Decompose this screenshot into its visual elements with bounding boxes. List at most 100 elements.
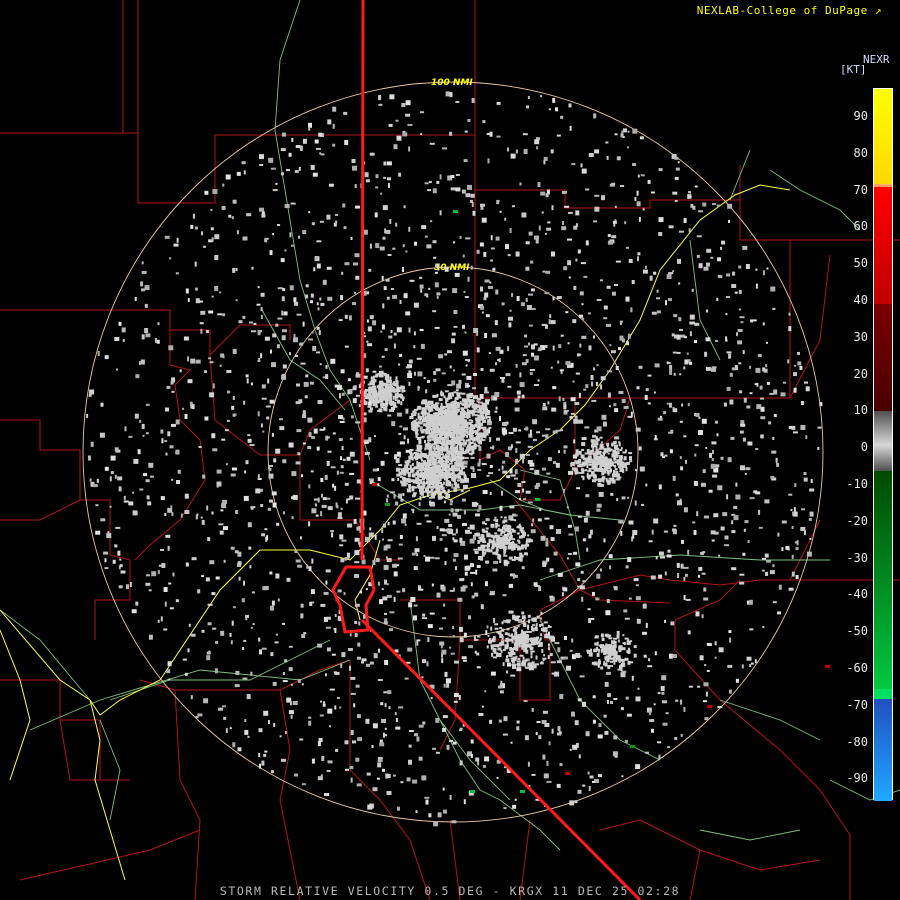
echo-pixel bbox=[355, 394, 360, 397]
echo-pixel bbox=[503, 716, 508, 722]
echo-pixel bbox=[558, 396, 561, 402]
echo-pixel bbox=[598, 644, 602, 647]
echo-pixel bbox=[415, 418, 418, 421]
echo-pixel bbox=[594, 194, 600, 197]
echo-pixel bbox=[402, 267, 404, 272]
echo-pixel bbox=[375, 186, 379, 189]
echo-pixel bbox=[355, 497, 361, 500]
echo-pixel bbox=[366, 291, 370, 295]
echo-pixel bbox=[334, 705, 337, 710]
echo-pixel bbox=[453, 310, 458, 314]
echo-pixel bbox=[678, 230, 684, 233]
echo-pixel bbox=[726, 386, 731, 391]
echo-pixel bbox=[673, 408, 678, 413]
echo-pixel bbox=[459, 413, 462, 416]
echo-pixel bbox=[550, 661, 556, 664]
echo-pixel bbox=[528, 342, 530, 346]
echo-pixel bbox=[449, 431, 452, 435]
echo-pixel bbox=[496, 200, 500, 205]
echo-pixel bbox=[574, 526, 579, 532]
echo-pixel bbox=[580, 468, 584, 472]
echo-pixel bbox=[525, 241, 530, 245]
echo-pixel bbox=[305, 284, 309, 288]
echo-pixel bbox=[399, 425, 403, 428]
echo-pixel bbox=[521, 481, 526, 483]
echo-pixel bbox=[418, 445, 423, 450]
echo-pixel bbox=[607, 452, 610, 455]
echo-pixel bbox=[326, 436, 330, 439]
echo-pixel bbox=[364, 441, 369, 444]
echo-pixel bbox=[347, 378, 351, 382]
echo-pixel bbox=[800, 527, 806, 531]
echo-pixel bbox=[368, 389, 371, 392]
echo-pixel bbox=[429, 500, 432, 506]
echo-pixel bbox=[99, 432, 105, 438]
echo-pixel bbox=[384, 389, 388, 392]
echo-pixel bbox=[229, 727, 232, 730]
echo-pixel bbox=[749, 392, 753, 395]
echo-pixel bbox=[476, 652, 480, 656]
echo-pixel bbox=[235, 670, 240, 675]
echo-pixel bbox=[425, 556, 431, 562]
echo-pixel bbox=[145, 582, 151, 586]
echo-pixel bbox=[616, 630, 620, 635]
echo-pixel bbox=[536, 721, 541, 723]
echo-pixel bbox=[736, 332, 738, 337]
echo-pixel bbox=[385, 229, 391, 234]
echo-pixel bbox=[782, 381, 786, 384]
echo-pixel bbox=[502, 662, 505, 667]
echo-pixel bbox=[556, 296, 562, 299]
echo-pixel bbox=[543, 621, 548, 624]
echo-pixel bbox=[529, 372, 533, 376]
echo-pixel bbox=[638, 365, 643, 369]
echo-pixel bbox=[556, 529, 561, 534]
echo-pixel bbox=[471, 419, 474, 423]
echo-pixel bbox=[352, 740, 356, 744]
echo-pixel bbox=[204, 190, 209, 195]
echo-pixel bbox=[756, 404, 762, 410]
echo-pixel bbox=[686, 352, 689, 355]
echo-pixel bbox=[435, 445, 439, 449]
echo-pixel bbox=[511, 293, 514, 297]
echo-pixel bbox=[418, 756, 423, 761]
echo-pixel bbox=[421, 482, 426, 485]
echo-pixel bbox=[420, 472, 425, 475]
echo-pixel bbox=[602, 476, 606, 480]
echo-pixel bbox=[388, 706, 391, 710]
echo-pixel bbox=[587, 771, 590, 775]
echo-pixel bbox=[164, 235, 170, 239]
echo-pixel bbox=[435, 717, 440, 723]
echo-pixel bbox=[243, 400, 246, 405]
echo-pixel bbox=[450, 419, 453, 423]
echo-pixel bbox=[426, 661, 429, 667]
echo-pixel bbox=[185, 288, 189, 294]
echo-pixel bbox=[577, 578, 581, 582]
echo-pixel bbox=[342, 458, 346, 461]
echo-pixel bbox=[477, 761, 480, 766]
echo-pixel bbox=[279, 426, 285, 431]
echo-pixel bbox=[514, 631, 518, 636]
echo-pixel bbox=[148, 462, 154, 468]
echo-pixel bbox=[400, 498, 404, 502]
echo-pixel bbox=[595, 446, 598, 451]
echo-pixel bbox=[611, 182, 616, 185]
echo-pixel bbox=[459, 537, 463, 543]
echo-pixel bbox=[663, 411, 667, 415]
echo-pixel bbox=[657, 741, 662, 744]
echo-pixel bbox=[731, 367, 736, 371]
echo-pixel bbox=[657, 417, 663, 421]
echo-pixel bbox=[331, 653, 336, 656]
echo-pixel bbox=[723, 402, 727, 407]
echo-pixel bbox=[247, 735, 250, 738]
radar-map: 50 NMI 100 NMI bbox=[0, 0, 900, 900]
echo-pixel bbox=[260, 353, 263, 359]
echo-pixel bbox=[714, 641, 717, 646]
echo-pixel bbox=[607, 700, 609, 704]
echo-pixel bbox=[194, 287, 198, 291]
echo-pixel bbox=[483, 251, 487, 257]
echo-pixel bbox=[787, 359, 790, 364]
echo-pixel bbox=[460, 407, 463, 410]
echo-pixel bbox=[305, 294, 309, 299]
echo-pixel bbox=[730, 436, 735, 440]
echo-pixel bbox=[627, 146, 630, 149]
